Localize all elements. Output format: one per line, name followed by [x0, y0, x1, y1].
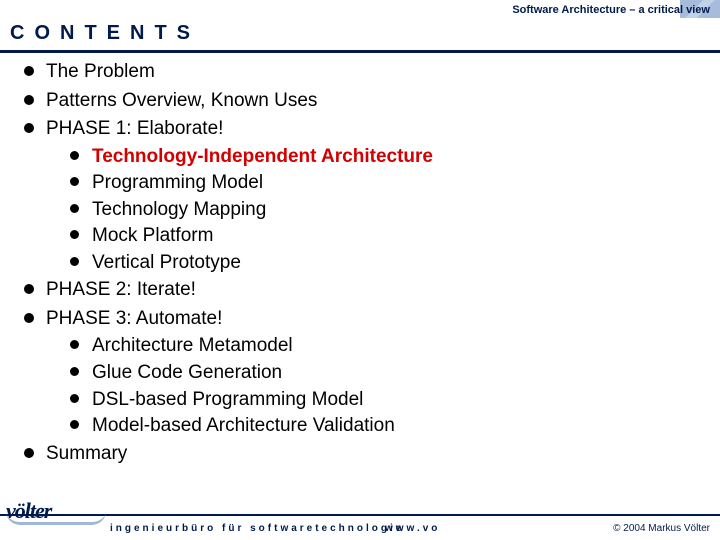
outline-item-label: Patterns Overview, Known Uses	[46, 90, 317, 111]
outline-subitem-label: Mock Platform	[92, 225, 213, 246]
outline-subitem: Programming Model	[68, 170, 700, 197]
slide: Software Architecture – a critical view …	[0, 0, 720, 540]
footer-website: www.vo	[385, 523, 440, 534]
logo-swoosh	[6, 511, 106, 525]
outline-item: The Problem	[20, 58, 700, 87]
outline-item: PHASE 3: Automate! Architecture Metamodel…	[20, 305, 700, 440]
logo: völter	[6, 498, 106, 526]
footer-rule	[0, 514, 720, 516]
page-title: CONTENTS	[10, 22, 200, 45]
outline-subitem-label: Vertical Prototype	[92, 252, 241, 273]
outline-subitem: Technology Mapping	[68, 197, 700, 224]
outline-subitem-label: Technology Mapping	[92, 199, 266, 220]
outline-item-label: PHASE 3: Automate!	[46, 308, 222, 329]
outline-subitem-label: DSL-based Programming Model	[92, 389, 363, 410]
outline-subitem-label: Technology-Independent Architecture	[92, 146, 433, 167]
header-tagline: Software Architecture – a critical view	[512, 4, 710, 16]
outline: The Problem Patterns Overview, Known Uses…	[20, 58, 700, 468]
footer: völter ingenieurbüro für softwaretechnol…	[0, 492, 720, 540]
outline-subitem: DSL-based Programming Model	[68, 387, 700, 414]
outline-subitem: Technology-Independent Architecture	[68, 144, 700, 171]
outline-item-label: PHASE 1: Elaborate!	[46, 118, 223, 139]
outline-subitem-label: Model-based Architecture Validation	[92, 415, 395, 436]
footer-tagline: ingenieurbüro für softwaretechnologie	[110, 523, 404, 534]
outline-item-label: The Problem	[46, 61, 155, 82]
outline-subitem: Architecture Metamodel	[68, 333, 700, 360]
outline-item-label: Summary	[46, 443, 127, 464]
outline-subitem: Model-based Architecture Validation	[68, 413, 700, 440]
outline-item: PHASE 2: Iterate!	[20, 276, 700, 305]
outline-subitem: Vertical Prototype	[68, 250, 700, 277]
outline-item: Patterns Overview, Known Uses	[20, 87, 700, 116]
outline-item: PHASE 1: Elaborate! Technology-Independen…	[20, 115, 700, 276]
outline-subitem-label: Architecture Metamodel	[92, 335, 293, 356]
outline-item: Summary	[20, 440, 700, 469]
outline-subitem: Glue Code Generation	[68, 360, 700, 387]
outline-subitem-label: Programming Model	[92, 172, 263, 193]
outline-subitem-label: Glue Code Generation	[92, 362, 282, 383]
title-rule	[0, 50, 720, 53]
outline-item-label: PHASE 2: Iterate!	[46, 279, 196, 300]
outline-subitem: Mock Platform	[68, 223, 700, 250]
footer-copyright: © 2004 Markus Völter	[613, 523, 710, 534]
